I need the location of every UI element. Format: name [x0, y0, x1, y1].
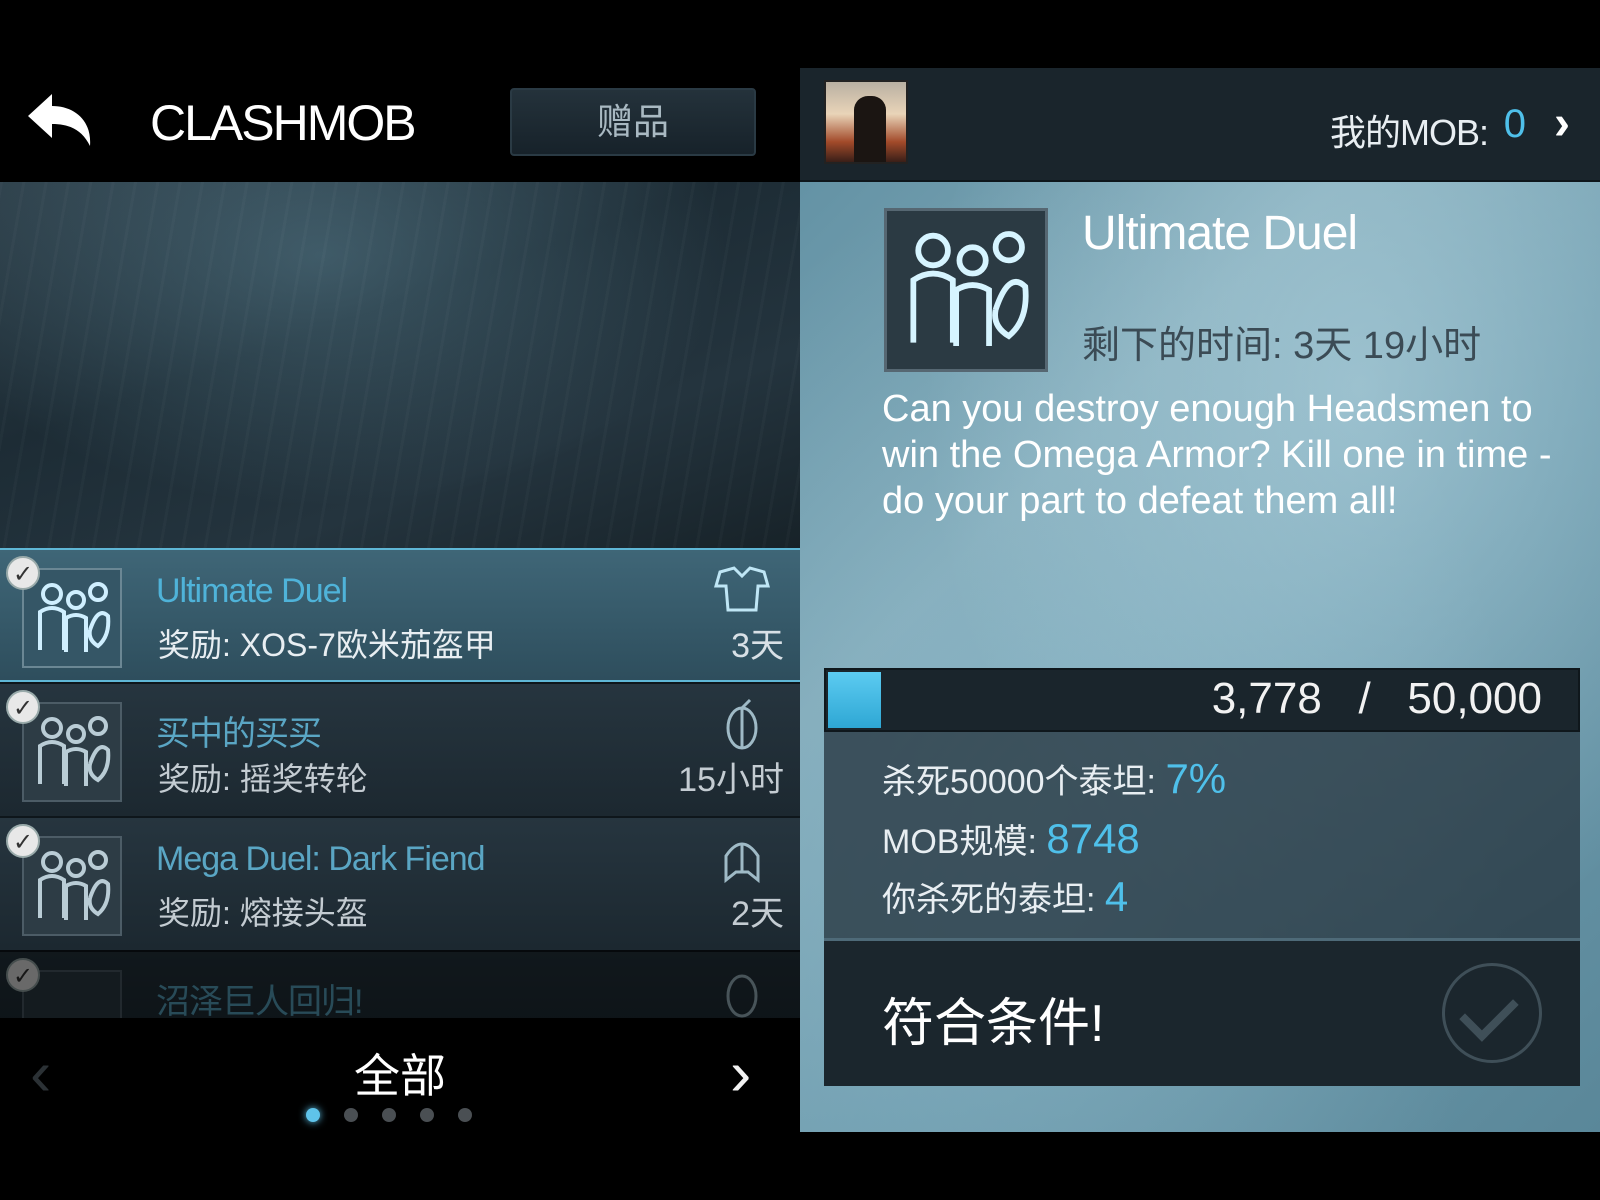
avatar[interactable]: [824, 80, 908, 164]
event-reward: 奖励: 摇奖转轮: [158, 761, 368, 797]
completed-check-icon: ✓: [6, 824, 40, 858]
stat-label: 杀死50000个泰坦:: [882, 763, 1156, 801]
stat-row: 你杀死的泰坦: 4: [882, 872, 1128, 921]
mob-group-icon: [38, 716, 111, 786]
clashmob-detail-panel: 我的MOB: 0 › Ultimate Duel 剩下的时间: 3天 19小时 …: [800, 68, 1600, 1132]
list-item[interactable]: ✓ 买中的买买 奖励: 摇奖转轮 15小时: [0, 682, 800, 816]
time-remaining: 2天: [731, 895, 784, 933]
stat-label: MOB规模:: [882, 823, 1037, 861]
chevron-right-icon[interactable]: ›: [1554, 96, 1570, 151]
spin-wheel-icon: [726, 974, 758, 1018]
completed-check-icon: ✓: [6, 556, 40, 590]
event-thumbnail-large: [884, 208, 1048, 372]
event-reward: 奖励: XOS-7欧米茄盔甲: [158, 627, 496, 663]
clashmob-list-panel: CLASHMOB 赠品 ✓ Ultimate Duel 奖励: XOS-7欧米茄…: [0, 0, 800, 1200]
progress-current: 3,778: [1211, 674, 1322, 723]
back-button[interactable]: [22, 86, 98, 156]
spin-wheel-icon: [726, 698, 758, 750]
stat-value: 4: [1104, 873, 1129, 920]
event-thumbnail: [22, 568, 122, 668]
progress-total: 50,000: [1407, 674, 1542, 723]
stat-row: 杀死50000个泰坦: 7%: [882, 754, 1226, 803]
back-arrow-icon: [28, 94, 91, 146]
eligibility-panel: 符合条件!: [824, 938, 1580, 1086]
my-mob-label: 我的MOB:: [1329, 112, 1489, 153]
list-item[interactable]: ✓ 沼泽巨人回归!: [0, 950, 800, 1018]
armor-icon: [714, 566, 770, 612]
detail-header: 我的MOB: 0 ›: [800, 68, 1600, 182]
filter-label: 全部: [354, 1050, 446, 1102]
progress-bar: 3,778 / 50,000: [824, 668, 1580, 732]
my-mob-count: 0: [1503, 102, 1526, 146]
gift-button[interactable]: 赠品: [510, 88, 756, 156]
stat-value: 7%: [1165, 755, 1227, 802]
stat-label: 你杀死的泰坦:: [882, 881, 1096, 919]
event-name: 沼泽巨人回归!: [156, 983, 363, 1018]
check-circle-icon[interactable]: [1442, 963, 1542, 1063]
event-name: 买中的买买: [156, 715, 322, 753]
top-bar: CLASHMOB 赠品: [0, 60, 800, 182]
page-dot[interactable]: [306, 1108, 320, 1122]
page-dot[interactable]: [344, 1108, 358, 1122]
event-name: Mega Duel: Dark Fiend: [156, 840, 486, 878]
event-thumbnail: [22, 836, 122, 936]
mob-group-icon: [38, 850, 111, 920]
filter-bar: ‹ 全部 ›: [0, 1018, 800, 1128]
eligible-label: 符合条件!: [882, 995, 1105, 1053]
list-item[interactable]: ✓ Mega Duel: Dark Fiend 奖励: 熔接头盔 2天: [0, 816, 800, 950]
next-filter-arrow-icon[interactable]: ›: [730, 1038, 780, 1108]
completed-check-icon: ✓: [6, 958, 40, 992]
time-remaining: 3天: [731, 627, 784, 665]
event-reward: 奖励: 熔接头盔: [158, 895, 368, 931]
page-indicator: [306, 1108, 472, 1122]
progress-text: 3,778 / 50,000: [1212, 674, 1542, 724]
clashmob-list: ✓ Ultimate Duel 奖励: XOS-7欧米茄盔甲 3天 ✓ 买中的买…: [0, 548, 800, 1018]
progress-fill: [828, 672, 881, 728]
event-thumbnail: [22, 702, 122, 802]
helmet-icon: [724, 842, 760, 884]
banner-image: [0, 182, 800, 550]
completed-check-icon: ✓: [6, 690, 40, 724]
stat-row: MOB规模: 8748: [882, 814, 1140, 863]
time-remaining: 剩下的时间: 3天 19小时: [1082, 325, 1482, 367]
mob-group-icon: [910, 231, 1029, 346]
list-item[interactable]: ✓ Ultimate Duel 奖励: XOS-7欧米茄盔甲 3天: [0, 548, 800, 682]
stats-panel: 杀死50000个泰坦: 7% MOB规模: 8748 你杀死的泰坦: 4: [824, 732, 1580, 938]
event-name: Ultimate Duel: [156, 572, 348, 610]
page-title: CLASHMOB: [150, 95, 417, 151]
page-dot[interactable]: [382, 1108, 396, 1122]
time-remaining: 15小时: [678, 761, 784, 799]
event-title: Ultimate Duel: [1082, 207, 1358, 260]
page-dot[interactable]: [458, 1108, 472, 1122]
page-dot[interactable]: [420, 1108, 434, 1122]
stat-value: 8748: [1046, 815, 1140, 862]
event-description: Can you destroy enough Headsmen to win t…: [882, 388, 1552, 522]
mob-group-icon: [38, 582, 111, 652]
progress-separator: /: [1358, 674, 1371, 723]
